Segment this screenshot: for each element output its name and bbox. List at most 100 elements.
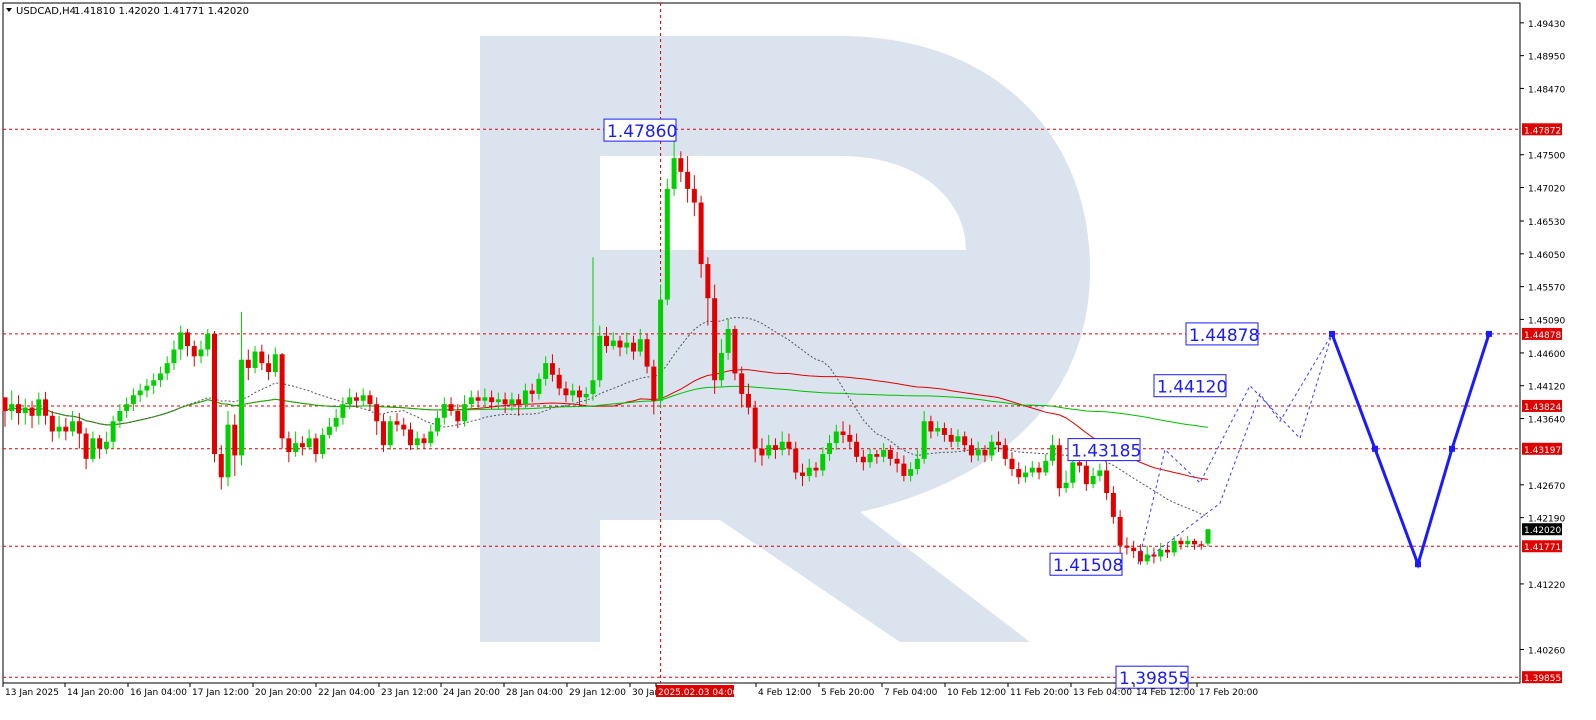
x-tick-label: 22 Jan 04:00 [318,688,375,698]
level-price-label: 1.47872 [1524,126,1561,136]
candle-body [117,411,123,422]
candle-body [178,332,184,350]
header: USDCAD,H4 1.41810 1.42020 1.41771 1.4202… [6,6,249,17]
candle-body [610,340,616,347]
candle-body [1117,516,1123,546]
annotation-label: 1.44878 [1189,326,1259,346]
candle-body [529,390,535,394]
candle-body [408,429,414,446]
candle-body [955,436,961,442]
candle-body [36,399,42,416]
candle-body [1002,445,1008,459]
candle-body [218,454,224,478]
candle-body [414,438,420,446]
candle-body [887,449,893,459]
candle-body [617,340,623,348]
candle-body [691,188,697,203]
candle-body [353,397,359,401]
x-tick-label: 20 Jan 20:00 [255,688,312,698]
candle-body [583,393,589,398]
candle-body [536,378,542,394]
candle-body [184,332,190,347]
candle-body [212,333,218,455]
candle-body [1164,549,1170,553]
candle-body [739,373,745,394]
forecast-node [1415,561,1421,568]
annotation-label: 1.41508 [1053,556,1123,576]
candle-body [712,298,718,381]
candle-body [576,390,582,398]
y-tick-label: 1.46530 [1528,218,1565,228]
candle-body [252,351,258,368]
candle-body [435,417,441,432]
candle-body [144,385,150,391]
candle-body [394,421,400,425]
chart-svg[interactable]: 1.47860 1.44878 1.44120 1.43185 1.41508 1.398… [0,0,1596,716]
x-tick-label: 10 Feb 12:00 [947,688,1006,698]
y-tick-label: 1.47020 [1528,185,1565,195]
x-tick-label: 14 Feb 12:00 [1136,688,1195,698]
y-tick-label: 1.44600 [1528,350,1565,360]
candle-body [1050,445,1056,461]
candle-body [401,424,407,430]
candle-body [556,374,562,389]
x-tick-label: 5 Feb 20:00 [821,688,875,698]
candle-body [1077,462,1083,466]
candle-body [509,399,515,405]
candle-body [874,454,880,457]
forecast-node [1486,330,1492,337]
candle-body [76,421,82,434]
candle-body [1171,540,1177,553]
candle-body [56,426,62,432]
candle-body [732,328,738,374]
candle-body [347,397,353,405]
candle-body [637,339,643,352]
x-tick-label: 23 Jan 12:00 [381,688,438,698]
candle-body [387,421,393,446]
candle-body [860,456,866,463]
candle-body [664,188,670,300]
candle-body [806,467,812,476]
candle-body [1090,475,1096,485]
candle-body [502,399,508,405]
candle-body [124,404,130,411]
candle-body [320,434,326,455]
candle-body [968,445,974,456]
candle-body [29,407,35,416]
candle-body [367,395,373,405]
candle-body [191,346,197,357]
candle-body [549,363,555,375]
candle-body [286,438,292,453]
candle-body [725,328,731,353]
candle-body [171,349,177,364]
candle-body [793,448,799,473]
candle-body [1029,467,1035,473]
candle-body [908,469,914,476]
candle-body [266,363,272,373]
candle-body [847,434,853,442]
y-tick-label: 1.47500 [1528,152,1565,162]
candle-body [495,399,501,403]
annotation-label: 1.43185 [1071,442,1141,462]
candle-body [1131,547,1137,552]
candle-body [935,428,941,432]
candle-body [1144,554,1150,562]
candle-body [881,449,887,457]
candle-body [995,441,1001,446]
x-tick-label: 13 Jan 2025 [5,688,59,698]
candle-body [468,397,474,405]
candle-body [894,458,900,464]
x-tick-label: 7 Feb 04:00 [884,688,938,698]
candle-body [279,354,285,439]
x-tick-label: 17 Jan 12:00 [192,688,249,698]
x-tick-label: 16 Jan 04:00 [130,688,187,698]
chart-frame: 1.47860 1.44878 1.44120 1.43185 1.41508 1.398… [0,0,1596,716]
candle-body [380,421,386,446]
candle-body [840,431,846,435]
candle-body [948,434,954,442]
candle-body [1198,544,1204,546]
candle-body [827,443,833,455]
candle-body [90,438,96,459]
candle-body [130,395,136,405]
candle-body [604,335,609,347]
